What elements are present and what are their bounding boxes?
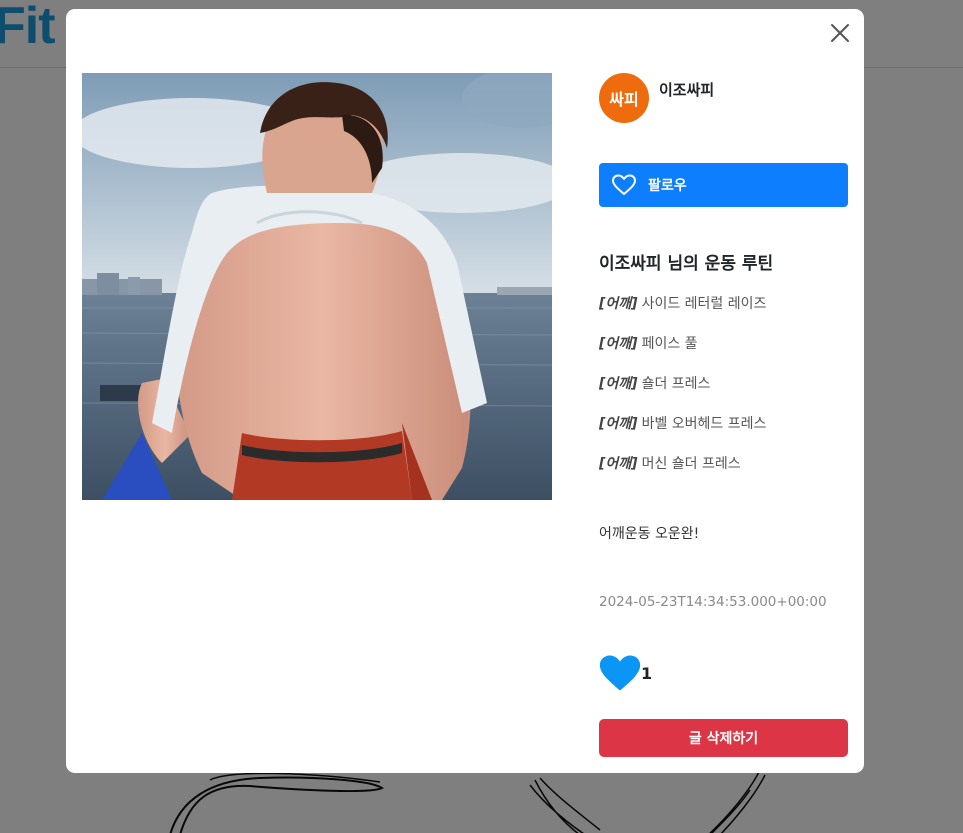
routine-category: [어깨] <box>599 416 638 432</box>
heart-outline-icon <box>612 174 636 195</box>
routine-category: [어깨] <box>599 336 638 352</box>
author-name[interactable]: 이조싸피 <box>659 79 714 100</box>
like-count: 1 <box>641 663 653 683</box>
routine-exercise: 사이드 레터럴 레이즈 <box>641 296 767 312</box>
post-content: 어깨운동 오운완! <box>599 526 700 542</box>
post-timestamp: 2024-05-23T14:34:53.000+00:00 <box>599 594 827 610</box>
post-detail-modal: 싸피 이조싸피 팔로우 이조싸피 님의 운동 루틴 [어깨] 사이드 레터럴 레이… <box>66 9 864 773</box>
routine-list: [어깨] 사이드 레터럴 레이즈 [어깨] 페이스 풀 [어깨] 숄더 프레스 [어깨… <box>599 293 766 493</box>
routine-category: [어깨] <box>599 296 638 312</box>
routine-title: 이조싸피 님의 운동 루틴 <box>599 254 774 274</box>
follow-button[interactable]: 팔로우 <box>599 163 848 207</box>
like-section: 1 <box>599 653 652 693</box>
routine-item: [어깨] 머신 숄더 프레스 <box>599 453 766 493</box>
avatar[interactable]: 싸피 <box>599 73 649 123</box>
delete-button-label: 글 삭제하기 <box>688 731 759 747</box>
routine-exercise: 숄더 프레스 <box>641 376 711 392</box>
routine-category: [어깨] <box>599 376 638 392</box>
close-button[interactable] <box>828 21 852 45</box>
delete-post-button[interactable]: 글 삭제하기 <box>599 719 848 757</box>
close-icon <box>831 24 849 42</box>
routine-item: [어깨] 페이스 풀 <box>599 333 766 373</box>
routine-exercise: 바벨 오버헤드 프레스 <box>641 416 767 432</box>
follow-button-label: 팔로우 <box>648 178 687 194</box>
routine-exercise: 머신 숄더 프레스 <box>641 456 741 472</box>
routine-item: [어깨] 숄더 프레스 <box>599 373 766 413</box>
routine-item: [어깨] 사이드 레터럴 레이즈 <box>599 293 766 333</box>
routine-item: [어깨] 바벨 오버헤드 프레스 <box>599 413 766 453</box>
routine-exercise: 페이스 풀 <box>641 336 698 352</box>
routine-category: [어깨] <box>599 456 638 472</box>
heart-filled-icon[interactable] <box>599 653 641 693</box>
post-photo <box>82 73 552 500</box>
